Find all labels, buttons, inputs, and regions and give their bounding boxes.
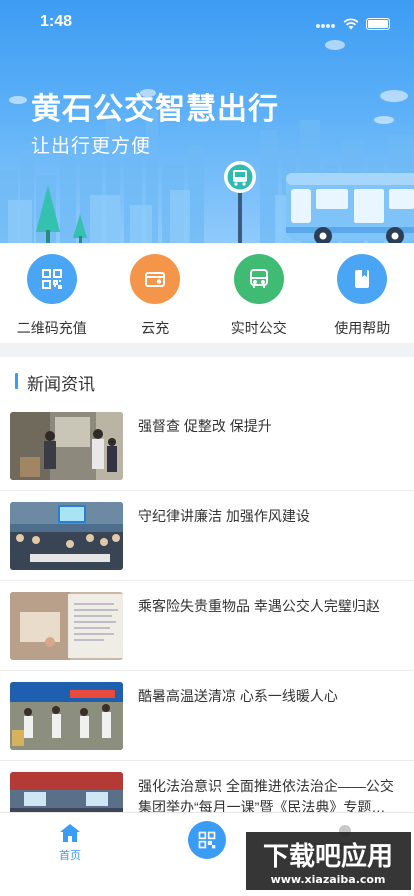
watermark-brand-text: 下载吧应用	[263, 841, 393, 872]
watermark-url-text: www.xiazaiba.com	[271, 873, 386, 886]
status-bar: 1:48	[0, 0, 414, 44]
news-title: 守纪律讲廉洁 加强作风建设	[138, 508, 310, 524]
banner-title: 黄石公交智慧出行	[31, 93, 279, 126]
section-divider	[0, 343, 414, 357]
quick-action-label: 实时公交	[230, 320, 287, 336]
quick-action-label: 云充	[141, 320, 170, 336]
qr-recharge-button[interactable]: 二维码充值	[0, 243, 104, 343]
book-icon	[337, 254, 388, 304]
status-time: 1:48	[40, 13, 73, 30]
tab-home-label: 首页	[59, 850, 81, 862]
news-thumbnail-meeting	[10, 502, 123, 570]
news-item[interactable]: 守纪律讲廉洁 加强作风建设	[0, 491, 414, 581]
home-icon	[60, 824, 80, 842]
status-icons	[316, 15, 390, 33]
wallet-icon	[130, 254, 181, 304]
news-thumbnail-letter	[10, 592, 123, 660]
news-thumbnail-outdoor	[10, 682, 123, 750]
section-accent-bar	[15, 373, 18, 389]
news-item[interactable]: 乘客险失贵重物品 幸遇公交人完璧归赵	[0, 581, 414, 671]
news-item[interactable]: 强督查 促整改 保提升	[0, 401, 414, 491]
tab-home[interactable]: 首页	[50, 821, 90, 863]
news-list: 强督查 促整改 保提升 守纪律讲廉洁 加强作风建设 乘客险失贵重物品 幸遇公交人…	[0, 401, 414, 851]
tab-qr-scan[interactable]	[188, 821, 226, 859]
news-title: 乘客险失贵重物品 幸遇公交人完璧归赵	[138, 598, 380, 614]
news-section-title: 新闻资讯	[27, 375, 95, 394]
signal-icon	[316, 15, 336, 33]
help-button[interactable]: 使用帮助	[311, 243, 414, 343]
news-title: 强督查 促整改 保提升	[138, 418, 272, 434]
banner-subtitle: 让出行更方便	[31, 136, 152, 157]
battery-icon	[366, 18, 390, 30]
quick-action-label: 二维码充值	[16, 320, 87, 336]
news-thumbnail-inspection	[10, 412, 123, 480]
wifi-icon	[343, 18, 359, 30]
qr-code-icon	[198, 831, 216, 849]
news-title: 酷暑高温送清凉 心系一线暖人心	[138, 688, 338, 704]
qr-code-icon	[26, 254, 77, 304]
bottom-tab-bar: 首页 下载吧应用 www.xiazaiba.com	[0, 812, 414, 896]
watermark-logo: 下载吧应用 www.xiazaiba.com	[246, 832, 411, 890]
quick-action-label: 使用帮助	[334, 320, 391, 336]
quick-actions: 二维码充值 云充 实时公交 使用帮助	[0, 243, 414, 343]
news-section-header: 新闻资讯	[0, 357, 414, 405]
news-item[interactable]: 酷暑高温送清凉 心系一线暖人心	[0, 671, 414, 761]
header-banner: 1:48 黄石公交智慧出行 让出行更方便	[0, 0, 414, 243]
bus-icon	[233, 254, 284, 304]
cloud-recharge-button[interactable]: 云充	[104, 243, 208, 343]
realtime-bus-button[interactable]: 实时公交	[207, 243, 311, 343]
